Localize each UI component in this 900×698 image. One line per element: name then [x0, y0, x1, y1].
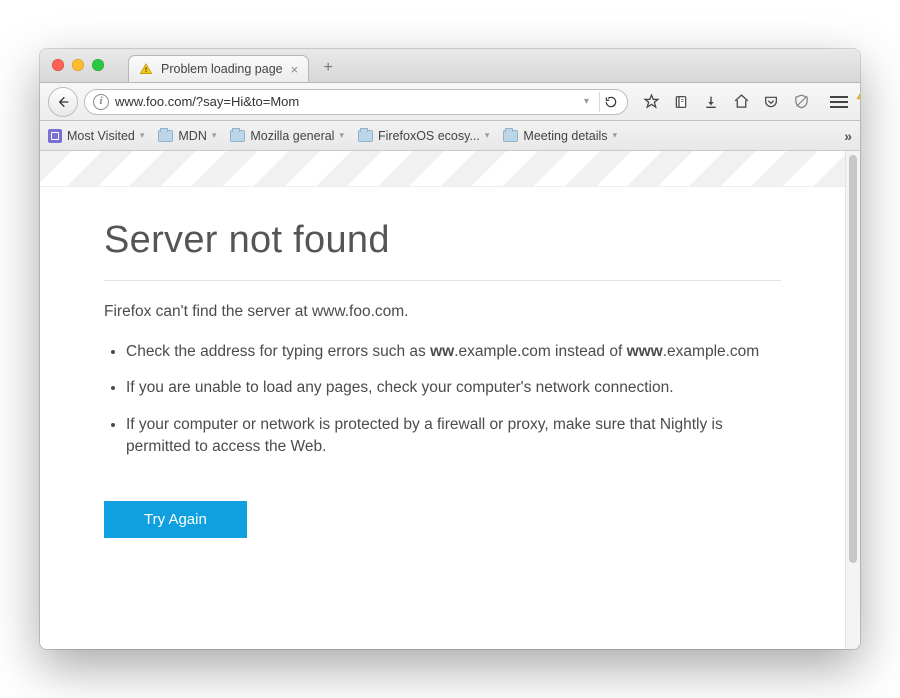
downloads-icon[interactable]	[702, 93, 720, 111]
toolbar-icons	[634, 93, 814, 111]
chevron-down-icon: ▾	[339, 130, 344, 141]
scrollbar-thumb[interactable]	[849, 155, 857, 563]
vertical-scrollbar[interactable]	[845, 151, 860, 649]
url-input[interactable]	[115, 94, 574, 109]
bookmark-label: Most Visited	[67, 129, 135, 143]
tab-title: Problem loading page	[161, 62, 283, 76]
window-controls	[52, 59, 104, 71]
url-history-dropdown-icon[interactable]: ▾	[580, 96, 593, 107]
error-stripe-decoration	[40, 151, 845, 187]
suggestion-2: If you are unable to load any pages, che…	[126, 377, 781, 399]
warning-icon	[139, 62, 153, 76]
reload-button[interactable]	[599, 92, 621, 112]
menu-button[interactable]	[826, 90, 852, 114]
back-button[interactable]	[48, 87, 78, 117]
chevron-down-icon: ▾	[485, 130, 490, 141]
error-suggestions: Check the address for typing errors such…	[104, 341, 781, 459]
chevron-down-icon: ▾	[212, 130, 217, 141]
bookmark-label: Meeting details	[523, 129, 607, 143]
hamburger-icon	[830, 101, 848, 103]
bookmark-label: FirefoxOS ecosy...	[378, 129, 480, 143]
url-bar[interactable]: i ▾	[84, 89, 628, 115]
new-tab-button[interactable]: +	[315, 57, 341, 79]
content-area: Server not found Firefox can't find the …	[40, 151, 860, 649]
close-tab-icon[interactable]: ×	[291, 62, 299, 77]
error-page: Server not found Firefox can't find the …	[40, 187, 845, 578]
most-visited-icon	[48, 129, 62, 143]
home-icon[interactable]	[732, 93, 750, 111]
error-heading: Server not found	[104, 219, 781, 262]
folder-icon	[503, 130, 518, 142]
error-lead: Firefox can't find the server at www.foo…	[104, 303, 781, 321]
reading-list-icon[interactable]	[672, 93, 690, 111]
bookmark-mozilla-general[interactable]: Mozilla general ▾	[230, 129, 344, 143]
bookmark-star-icon[interactable]	[642, 93, 660, 111]
browser-window: Problem loading page × + i ▾	[40, 49, 860, 649]
minimize-window-button[interactable]	[72, 59, 84, 71]
bookmarks-toolbar: Most Visited ▾ MDN ▾ Mozilla general ▾ F…	[40, 121, 860, 151]
divider	[104, 280, 781, 281]
site-identity-icon[interactable]: i	[93, 94, 109, 110]
bookmark-most-visited[interactable]: Most Visited ▾	[48, 129, 144, 143]
chevron-down-icon: ▾	[140, 130, 145, 141]
suggestion-1: Check the address for typing errors such…	[126, 341, 781, 363]
shield-icon[interactable]	[792, 93, 810, 111]
titlebar: Problem loading page × +	[40, 49, 860, 83]
bookmark-meeting-details[interactable]: Meeting details ▾	[503, 129, 617, 143]
bookmark-firefoxos-ecosy[interactable]: FirefoxOS ecosy... ▾	[358, 129, 489, 143]
tabstrip: Problem loading page × +	[128, 49, 341, 82]
bookmark-mdn[interactable]: MDN ▾	[158, 129, 216, 143]
bookmark-label: MDN	[178, 129, 206, 143]
bookmarks-overflow-icon[interactable]: »	[844, 128, 852, 144]
try-again-button[interactable]: Try Again	[104, 501, 247, 538]
close-window-button[interactable]	[52, 59, 64, 71]
page-content: Server not found Firefox can't find the …	[40, 151, 845, 649]
nav-toolbar: i ▾	[40, 83, 860, 121]
zoom-window-button[interactable]	[92, 59, 104, 71]
suggestion-3: If your computer or network is protected…	[126, 414, 781, 459]
chevron-down-icon: ▾	[613, 130, 618, 141]
folder-icon	[358, 130, 373, 142]
pocket-icon[interactable]	[762, 93, 780, 111]
tab-problem-loading[interactable]: Problem loading page ×	[128, 55, 309, 82]
folder-icon	[158, 130, 173, 142]
folder-icon	[230, 130, 245, 142]
bookmark-label: Mozilla general	[250, 129, 334, 143]
